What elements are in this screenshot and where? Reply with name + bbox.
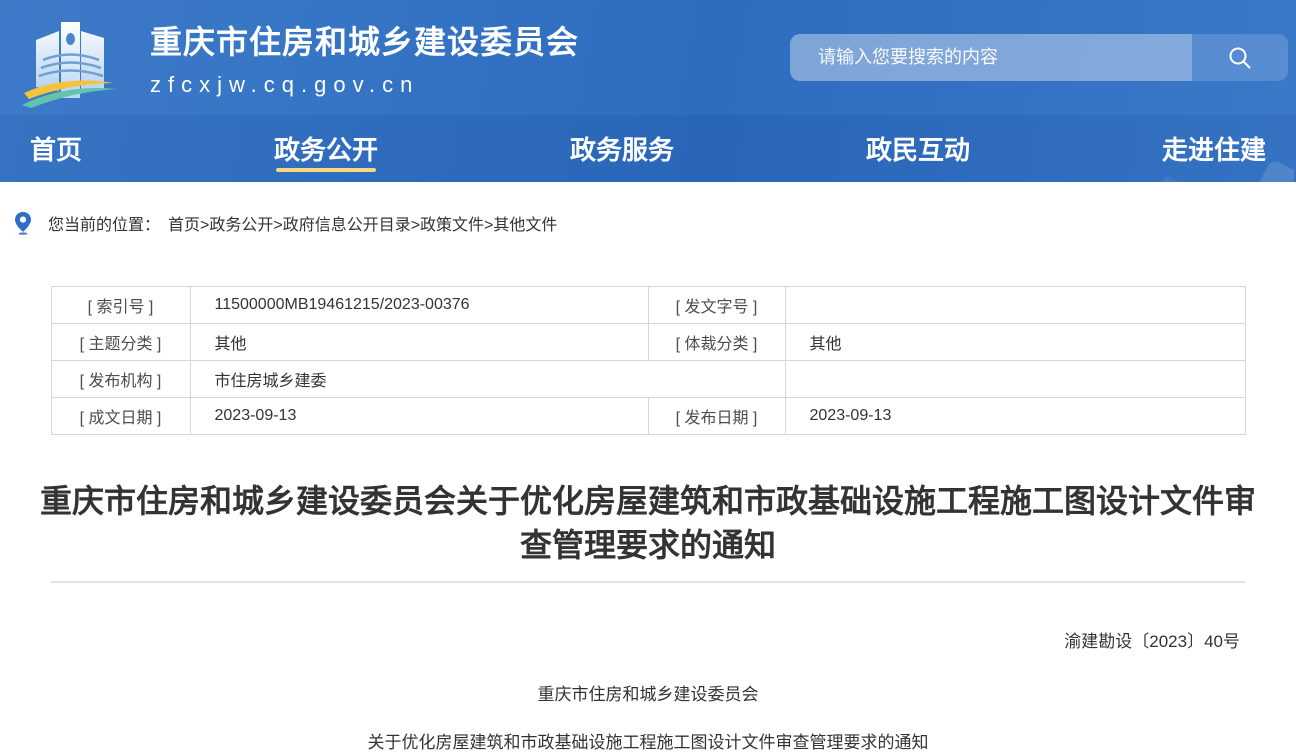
meta-value-index-number: 11500000MB19461215/2023-00376 (190, 287, 648, 324)
page-title: 重庆市住房和城乡建设委员会关于优化房屋建筑和市政基础设施工程施工图设计文件审查管… (38, 479, 1258, 567)
search-button[interactable] (1192, 34, 1288, 81)
meta-value-issue-number (785, 287, 1245, 324)
meta-label-written-date: [ 成文日期 ] (51, 398, 190, 435)
main-nav: 首页 政务公开 政务服务 政民互动 走进住建 (0, 115, 1296, 182)
meta-value-written-date: 2023-09-13 (190, 398, 648, 435)
nav-item-public-interaction[interactable]: 政民互动 (866, 115, 970, 182)
article-org-line: 重庆市住房和城乡建设委员会 (0, 680, 1296, 705)
meta-value-publishing-agency: 市住房城乡建委 (190, 361, 785, 398)
article-subject-line: 关于优化房屋建筑和市政基础设施工程施工图设计文件审查管理要求的通知 (0, 728, 1296, 753)
meta-label-index-number: [ 索引号 ] (51, 287, 190, 324)
meta-label-issue-number: [ 发文字号 ] (648, 287, 785, 324)
meta-label-subject-category: [ 主题分类 ] (51, 324, 190, 361)
meta-label-genre-category: [ 体裁分类 ] (648, 324, 785, 361)
breadcrumb: 您当前的位置： 首页>政务公开>政府信息公开目录>政策文件>其他文件 (14, 211, 1296, 235)
active-tab-underline (276, 168, 376, 172)
location-pin-icon (14, 211, 32, 235)
nav-item-label: 走进住建 (1162, 130, 1266, 167)
nav-item-gov-services[interactable]: 政务服务 (570, 115, 674, 182)
meta-value-subject-category: 其他 (190, 324, 648, 361)
document-meta-table: [ 索引号 ] 11500000MB19461215/2023-00376 [ … (51, 286, 1246, 435)
meta-value-empty (785, 361, 1245, 398)
table-row: [ 发布机构 ] 市住房城乡建委 (51, 361, 1245, 398)
building-logo-icon (22, 8, 116, 108)
meta-label-publish-date: [ 发布日期 ] (648, 398, 785, 435)
nav-item-home[interactable]: 首页 (30, 115, 82, 182)
table-row: [ 成文日期 ] 2023-09-13 [ 发布日期 ] 2023-09-13 (51, 398, 1245, 435)
nav-item-label: 首页 (30, 130, 82, 167)
document-number: 渝建勘设〔2023〕40号 (0, 627, 1296, 652)
search-input[interactable] (790, 34, 1192, 81)
nav-item-gov-info-disclosure[interactable]: 政务公开 (274, 115, 378, 182)
breadcrumb-path[interactable]: 首页>政务公开>政府信息公开目录>政策文件>其他文件 (168, 211, 557, 235)
title-divider (51, 581, 1245, 583)
site-url: zfcxjw.cq.gov.cn (150, 72, 579, 98)
meta-label-publishing-agency: [ 发布机构 ] (51, 361, 190, 398)
meta-value-publish-date: 2023-09-13 (785, 398, 1245, 435)
search-box (790, 34, 1288, 81)
search-icon (1227, 45, 1253, 71)
table-row: [ 主题分类 ] 其他 [ 体裁分类 ] 其他 (51, 324, 1245, 361)
nav-item-label: 政务服务 (570, 130, 674, 167)
breadcrumb-prefix: 您当前的位置： (48, 211, 160, 235)
nav-item-label: 政民互动 (866, 130, 970, 167)
table-row: [ 索引号 ] 11500000MB19461215/2023-00376 [ … (51, 287, 1245, 324)
site-logo[interactable] (22, 8, 116, 108)
nav-item-label: 政务公开 (274, 130, 378, 167)
meta-value-genre-category: 其他 (785, 324, 1245, 361)
site-title: 重庆市住房和城乡建设委员会 (150, 25, 579, 60)
nav-item-about-housing[interactable]: 走进住建 (1162, 115, 1266, 182)
site-header: 重庆市住房和城乡建设委员会 zfcxjw.cq.gov.cn (0, 0, 1296, 115)
